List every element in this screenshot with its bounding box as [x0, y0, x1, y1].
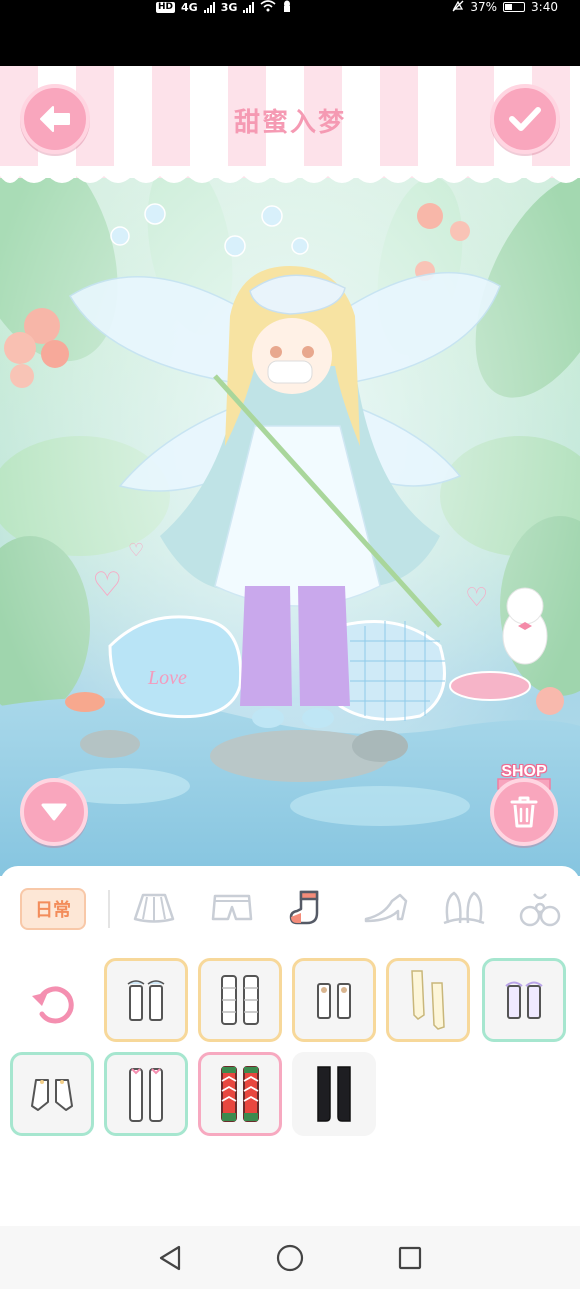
item-white-ribbon-stockings[interactable] — [104, 1052, 188, 1136]
shorts-icon — [211, 894, 253, 921]
item-white-frill-socks[interactable] — [104, 958, 188, 1042]
network-3g-label: 3G — [220, 0, 238, 14]
item-lavender-frill-socks[interactable] — [482, 958, 566, 1042]
reset-button[interactable] — [26, 976, 82, 1032]
header: 甜蜜入梦 — [0, 66, 580, 186]
awning-scallop — [0, 166, 580, 183]
signal-icon-2 — [243, 1, 255, 13]
notification-icon — [282, 0, 292, 15]
nav-home-button[interactable] — [270, 1238, 310, 1278]
bunny-ears-icon — [443, 891, 485, 925]
back-button[interactable] — [20, 84, 90, 154]
item-black-knee-socks[interactable] — [292, 1052, 376, 1136]
tab-shorts[interactable] — [208, 888, 256, 928]
triangle-back-icon — [159, 1245, 181, 1270]
tab-headwear[interactable] — [440, 888, 488, 928]
leg-warmers-icon — [221, 975, 259, 1025]
ribbon-stockings-icon — [129, 1068, 163, 1122]
knit-socks-icon — [221, 1066, 259, 1122]
system-nav-bar — [0, 1226, 580, 1289]
triangle-down-icon — [41, 803, 67, 821]
tab-shoes[interactable] — [362, 888, 410, 928]
wardrobe-panel: 日常 — [0, 866, 580, 1226]
tab-daily[interactable]: 日常 — [20, 888, 86, 930]
status-right: 37% 3:40 — [452, 0, 558, 14]
sock-icon — [289, 890, 319, 925]
delete-button[interactable] — [490, 778, 558, 846]
confirm-button[interactable] — [490, 84, 560, 154]
tab-socks[interactable] — [284, 888, 332, 928]
hd-badge: HD — [156, 1, 176, 13]
reset-icon — [32, 986, 74, 1024]
battery-percent: 37% — [470, 0, 498, 14]
arrow-left-icon — [40, 106, 70, 132]
collapse-panel-button[interactable] — [20, 778, 88, 846]
network-4g-label: 4G — [181, 0, 198, 14]
status-bar: HD 4G 3G 37% 3:40 — [0, 0, 580, 66]
trash-icon — [510, 796, 538, 828]
black-socks-icon — [317, 1066, 351, 1122]
item-white-leg-warmers[interactable] — [198, 958, 282, 1042]
nav-recents-button[interactable] — [390, 1238, 430, 1278]
battery-icon — [503, 2, 526, 12]
wifi-icon — [260, 0, 276, 15]
item-cream-stockings[interactable] — [386, 958, 470, 1042]
svg-text:♡: ♡ — [92, 565, 122, 605]
square-recents-icon — [398, 1246, 422, 1269]
item-white-short-socks[interactable] — [10, 1052, 94, 1136]
mute-icon — [452, 0, 464, 15]
tab-divider — [108, 890, 110, 928]
clock: 3:40 — [531, 0, 558, 14]
skirt-icon — [133, 893, 175, 923]
svg-text:Love: Love — [147, 667, 187, 689]
svg-text:♡: ♡ — [465, 583, 488, 613]
frill-socks-icon — [127, 980, 165, 1021]
short-socks-icon — [31, 1079, 73, 1111]
tab-accessories[interactable] — [516, 888, 564, 928]
checkmark-icon — [509, 107, 541, 131]
stockings-icon — [411, 970, 445, 1030]
bead-socks-icon — [317, 983, 351, 1019]
status-left: HD 4G 3G — [156, 0, 292, 14]
item-white-bead-socks[interactable] — [292, 958, 376, 1042]
bow-accessory-icon — [519, 893, 561, 927]
tab-skirt[interactable] — [130, 888, 178, 928]
lavender-socks-icon — [505, 981, 543, 1019]
shoe-icon — [364, 893, 408, 923]
signal-icon — [203, 1, 215, 13]
nav-back-button[interactable] — [150, 1238, 190, 1278]
circle-home-icon — [276, 1244, 304, 1271]
item-red-knit-socks[interactable] — [198, 1052, 282, 1136]
svg-text:♡: ♡ — [128, 540, 144, 561]
